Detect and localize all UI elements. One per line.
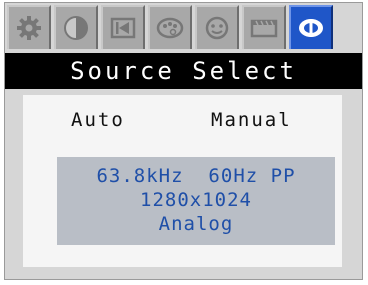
tab-picture-effects[interactable] (195, 5, 239, 49)
color-palette-icon (156, 17, 184, 39)
osd-window: Source Select Auto Manual 63.8kHz 60Hz P… (4, 2, 363, 280)
resolution-readout: 1280x1024 (140, 189, 252, 211)
source-input-icon (299, 19, 323, 37)
source-panel: Auto Manual 63.8kHz 60Hz PP 1280x1024 An… (23, 95, 342, 267)
auto-option[interactable]: Auto (71, 109, 125, 131)
frequency-readout: 63.8kHz 60Hz PP (96, 165, 296, 187)
menu-tabs (7, 5, 333, 49)
face-icon (205, 16, 229, 40)
tab-color[interactable] (148, 5, 192, 49)
tab-geometry[interactable] (101, 5, 145, 49)
tab-settings[interactable] (7, 5, 51, 49)
gear-icon (17, 16, 41, 40)
tab-brightness[interactable] (54, 5, 98, 49)
input-type-readout: Analog (158, 213, 234, 235)
menu-title: Source Select (5, 53, 362, 89)
film-icon (250, 19, 278, 38)
geometry-icon (110, 17, 136, 39)
tab-source-select[interactable] (289, 5, 333, 49)
tab-osd-setup[interactable] (242, 5, 286, 49)
manual-option[interactable]: Manual (211, 109, 292, 131)
contrast-icon (64, 16, 88, 40)
signal-info-box: 63.8kHz 60Hz PP 1280x1024 Analog (57, 157, 335, 245)
